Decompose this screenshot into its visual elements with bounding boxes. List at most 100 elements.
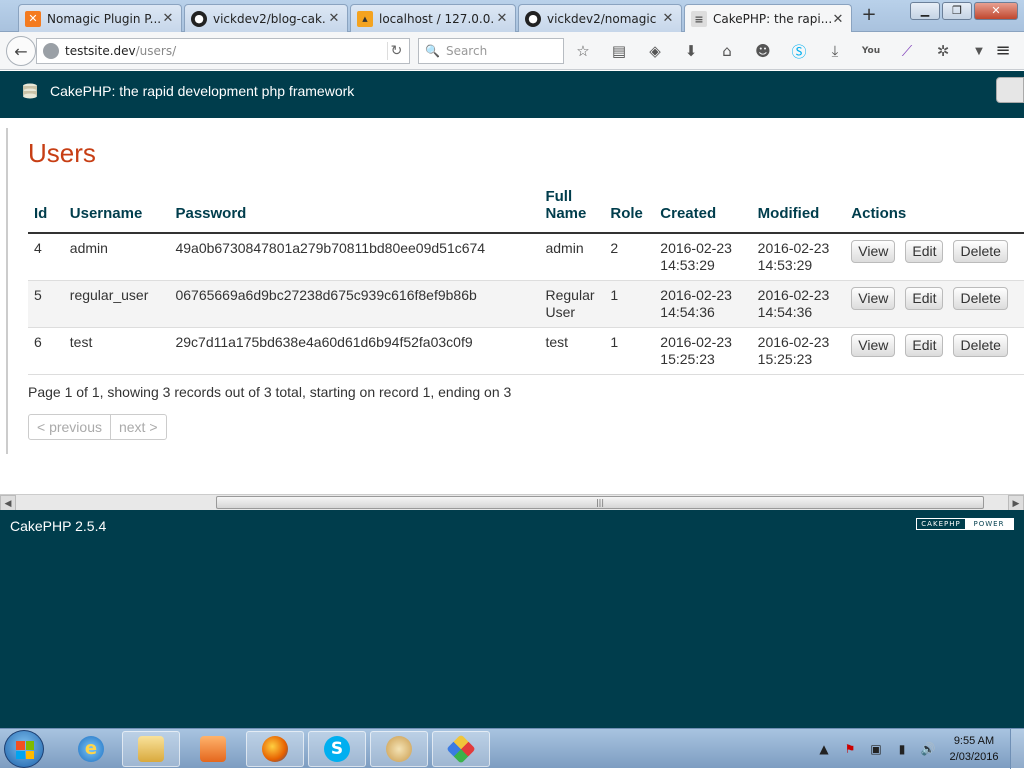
view-button[interactable]: View — [851, 240, 896, 263]
cell-id: 5 — [28, 280, 64, 328]
url-path: /users/ — [135, 44, 177, 58]
cell-id: 6 — [28, 327, 64, 375]
horizontal-scrollbar[interactable]: ◀ ||| ▶ — [0, 494, 1024, 511]
device-icon[interactable]: ▣ — [868, 741, 884, 757]
tab-nomagic-plugin[interactable]: ✕ Nomagic Plugin P... ✕ — [18, 4, 182, 32]
skype-taskbar-icon[interactable]: S — [308, 731, 366, 767]
minimize-button[interactable]: ▁ — [910, 2, 940, 20]
table-row: 5 regular_user 06765669a6d9bc27238d675c9… — [28, 280, 1024, 328]
chat-icon[interactable]: ☻ — [752, 40, 774, 62]
phpmyadmin-icon: ▲ — [357, 10, 373, 27]
view-button[interactable]: View — [851, 334, 896, 357]
show-desktop-button[interactable] — [1010, 729, 1024, 769]
scroll-right-arrow-icon[interactable]: ▶ — [1008, 495, 1024, 511]
delete-button[interactable]: Delete — [953, 334, 1008, 357]
cell-password: 49a0b6730847801a279b70811bd80ee09d51c674 — [169, 233, 540, 281]
debug-kit-icon[interactable] — [996, 77, 1024, 103]
clock-time: 9:55 AM — [953, 735, 995, 747]
windows-taskbar: e S ▲ ⚑ ▣ ▮ 🔊 9:55 AM 2/03/2016 — [0, 728, 1024, 769]
explorer-taskbar-icon[interactable] — [122, 731, 180, 767]
column-header-username[interactable]: Username — [63, 188, 170, 234]
badge-right-text: POWER — [965, 519, 1013, 529]
tab-cakephp-active[interactable]: ≡ CakePHP: the rapi... ✕ — [684, 4, 852, 33]
scrollbar-thumb[interactable]: ||| — [216, 496, 984, 509]
action-center-icon[interactable]: ⚑ — [842, 741, 858, 757]
site-title[interactable]: CakePHP: the rapid development php frame… — [50, 83, 354, 99]
column-header-role[interactable]: Role — [604, 188, 655, 234]
internet-explorer-taskbar-icon[interactable]: e — [62, 731, 120, 767]
restore-button[interactable]: ❐ — [942, 2, 972, 20]
edit-button[interactable]: Edit — [905, 287, 944, 310]
pagination: < previous next > — [28, 414, 167, 440]
start-button[interactable] — [4, 730, 44, 768]
cell-role: 2 — [604, 233, 655, 281]
cell-actions: View Edit Delete — [845, 327, 1024, 375]
media-player-taskbar-icon[interactable] — [184, 731, 242, 767]
cake-logo-icon — [23, 83, 37, 99]
view-button[interactable]: View — [851, 287, 896, 310]
column-header-full-name[interactable]: Full Name — [539, 188, 605, 234]
navigation-toolbar: ← testsite.dev/users/ ↻ 🔍 Search ☆ ▤ ◈ ⬇… — [0, 32, 1024, 70]
extension-icon[interactable]: ✲ — [932, 40, 954, 62]
column-header-created[interactable]: Created — [654, 188, 752, 234]
cell-actions: View Edit Delete — [845, 233, 1024, 281]
tab-label: vickdev2/nomagic — [547, 11, 657, 26]
chevron-down-icon[interactable]: ▼ — [968, 40, 990, 62]
previous-link[interactable]: < previous — [29, 415, 111, 439]
address-bar[interactable]: testsite.dev/users/ ↻ — [36, 38, 410, 64]
close-tab-icon[interactable]: ✕ — [161, 11, 175, 26]
feather-icon[interactable]: ⟋ — [896, 40, 918, 62]
column-header-modified[interactable]: Modified — [751, 188, 846, 234]
pocket-icon[interactable]: ◈ — [644, 40, 666, 62]
close-window-button[interactable]: ✕ — [974, 2, 1018, 20]
page-title: Users — [28, 138, 96, 168]
home-icon[interactable]: ⌂ — [716, 40, 738, 62]
download-helper-icon[interactable]: ⤓ — [824, 40, 846, 62]
reading-list-icon[interactable]: ▤ — [608, 40, 630, 62]
cell-role: 1 — [604, 327, 655, 375]
network-signal-icon[interactable]: ▮ — [894, 741, 910, 757]
edit-button[interactable]: Edit — [905, 240, 944, 263]
hamburger-menu-icon[interactable]: ≡ — [992, 40, 1014, 62]
close-tab-icon[interactable]: ✕ — [495, 11, 509, 26]
close-tab-icon[interactable]: ✕ — [327, 11, 341, 26]
globe-icon — [43, 43, 59, 59]
new-tab-button[interactable]: + — [860, 6, 878, 24]
back-button[interactable]: ← — [6, 36, 36, 66]
folder-icon — [138, 736, 164, 762]
paint-taskbar-icon[interactable] — [370, 731, 428, 767]
delete-button[interactable]: Delete — [953, 240, 1008, 263]
edit-button[interactable]: Edit — [905, 334, 944, 357]
volume-icon[interactable]: 🔊 — [920, 741, 936, 757]
cell-username: regular_user — [63, 280, 170, 328]
scroll-left-arrow-icon[interactable]: ◀ — [0, 495, 16, 511]
delete-button[interactable]: Delete — [953, 287, 1008, 310]
reload-icon[interactable]: ↻ — [387, 42, 405, 60]
app-taskbar-icon[interactable] — [432, 731, 490, 767]
cell-created: 2016-02-23 15:25:23 — [654, 327, 752, 375]
bookmark-star-icon[interactable]: ☆ — [572, 40, 594, 62]
taskbar-clock[interactable]: 9:55 AM 2/03/2016 — [944, 733, 1004, 765]
tab-strip: ✕ Nomagic Plugin P... ✕ ● vickdev2/blog-… — [0, 0, 1024, 33]
tab-nomagic[interactable]: ● vickdev2/nomagic ✕ — [518, 4, 682, 32]
cakephp-icon: ≡ — [691, 11, 707, 27]
cell-username: admin — [63, 233, 170, 281]
tab-phpmyadmin[interactable]: ▲ localhost / 127.0.0.... ✕ — [350, 4, 516, 32]
cell-full-name: test — [539, 327, 605, 375]
column-header-id[interactable]: Id — [28, 188, 64, 234]
show-hidden-icons-icon[interactable]: ▲ — [816, 741, 832, 757]
play-icon — [200, 736, 226, 762]
close-tab-icon[interactable]: ✕ — [661, 11, 675, 26]
cakephp-power-badge[interactable]: CAKEPHP POWER — [916, 518, 1014, 530]
search-placeholder: Search — [445, 44, 488, 58]
search-input[interactable]: 🔍 Search — [418, 38, 564, 64]
next-link[interactable]: next > — [111, 415, 166, 439]
cakephp-version: CakePHP 2.5.4 — [10, 518, 107, 534]
tab-blog-cakephp[interactable]: ● vickdev2/blog-cak... ✕ — [184, 4, 348, 32]
firefox-taskbar-icon[interactable] — [246, 731, 304, 767]
download-icon[interactable]: ⬇ — [680, 40, 702, 62]
column-header-password[interactable]: Password — [169, 188, 540, 234]
close-tab-icon[interactable]: ✕ — [831, 12, 845, 27]
skype-icon[interactable]: Ⓢ — [788, 40, 810, 62]
youtube-icon[interactable]: You — [860, 40, 882, 62]
